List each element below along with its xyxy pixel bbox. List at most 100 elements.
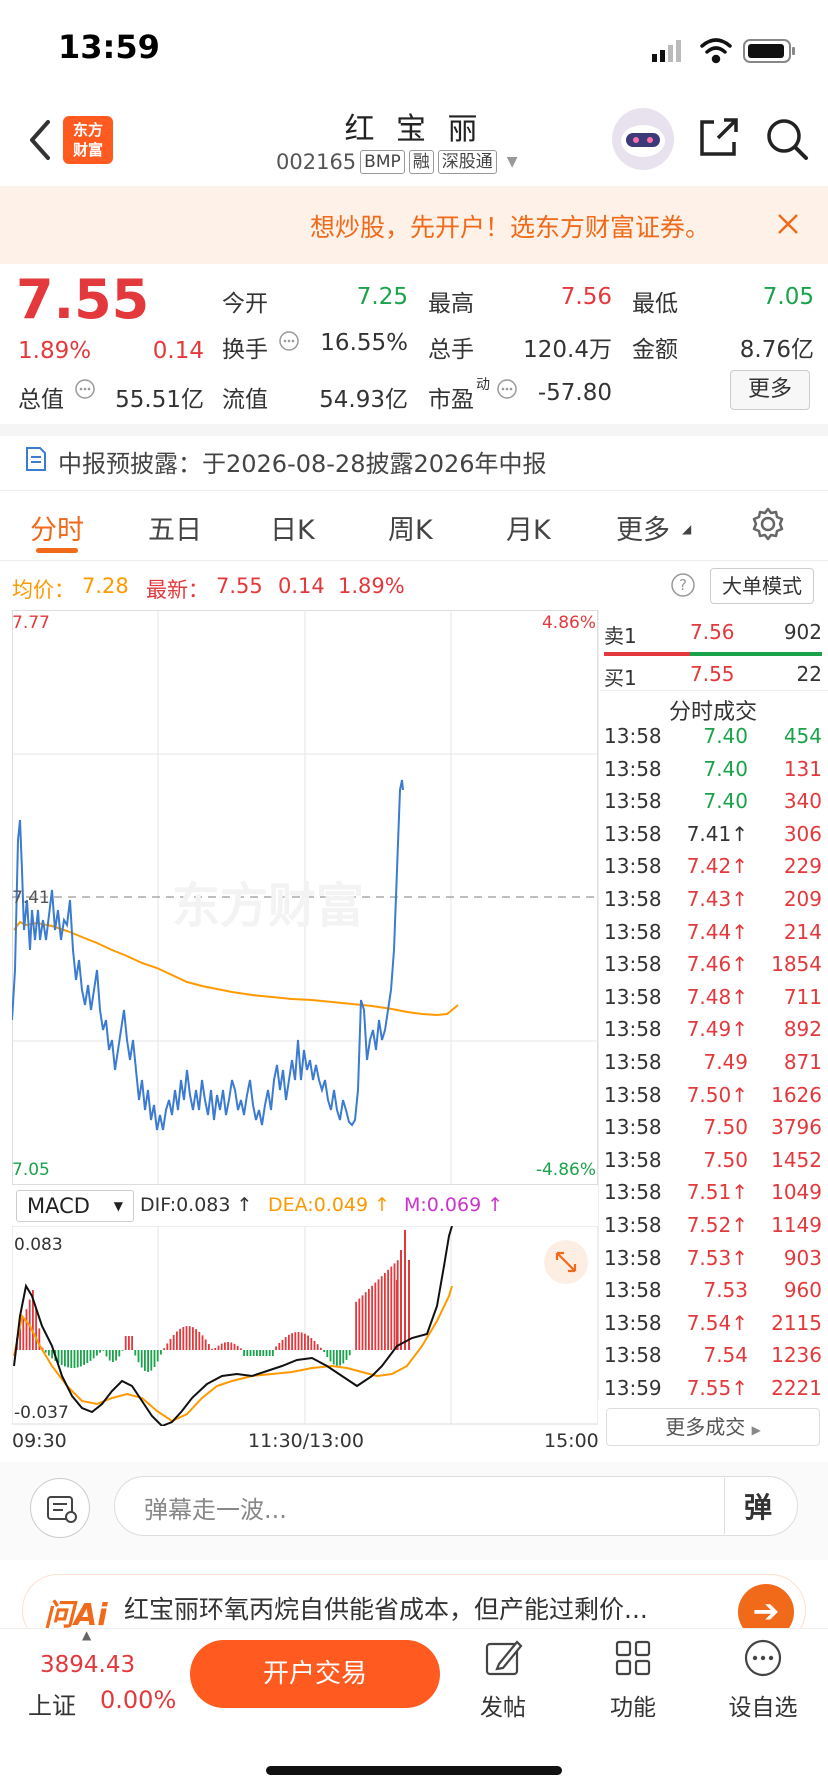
divider [724, 1478, 725, 1534]
trade-row: 13:58 7.40 340 [604, 789, 822, 821]
tab-five-day[interactable]: 五日 [148, 508, 202, 547]
expand-icon[interactable] [544, 1240, 588, 1284]
macd-bar [92, 1350, 95, 1359]
macd-top: 0.083 [14, 1235, 63, 1255]
trade-volume: 1452 [771, 1147, 822, 1172]
nav-functions[interactable]: 功能 [588, 1636, 678, 1722]
trade-price: 7.51↑ [686, 1180, 748, 1205]
time-start: 09:30 [12, 1430, 67, 1452]
comment-settings-button[interactable] [30, 1478, 90, 1538]
macd-bar [35, 1309, 37, 1350]
macd-bar [275, 1346, 277, 1350]
macd-bar [112, 1350, 114, 1362]
price-line [12, 779, 404, 1131]
trade-time: 13:58 [604, 984, 662, 1009]
tab-daily-k[interactable]: 日K [270, 508, 315, 547]
trade-row: 13:58 7.42↑ 229 [604, 854, 822, 886]
float-value: 54.93亿 [319, 387, 408, 413]
macd-bar [252, 1350, 255, 1356]
trade-price: 7.48↑ [686, 984, 748, 1009]
chevron-right-icon: ▶ [751, 1423, 761, 1437]
macd-bar [166, 1343, 169, 1350]
macd-bar [160, 1350, 162, 1355]
trade-price: 7.41↑ [686, 821, 748, 846]
trade-row: 13:58 7.49 871 [604, 1050, 822, 1082]
tab-more[interactable]: 更多 [616, 508, 670, 547]
tab-monthly-k[interactable]: 月K [506, 508, 551, 547]
trade-row: 13:58 7.50 1452 [604, 1148, 822, 1180]
trade-row: 13:58 7.40 454 [604, 724, 822, 756]
macd-bar [188, 1326, 191, 1350]
divider [0, 560, 828, 561]
caret-up-icon: ▲ [82, 1628, 92, 1642]
macd-bar [380, 1276, 383, 1350]
index-value[interactable]: 3894.43 [40, 1652, 135, 1678]
index-pct[interactable]: 0.00% [100, 1686, 176, 1714]
buy1-volume: 22 [796, 662, 822, 686]
low-label: 最低 [632, 291, 678, 317]
macd-chart[interactable]: 0.083 -0.037 [12, 1226, 598, 1426]
macd-bar [272, 1350, 274, 1356]
trade-time: 13:59 [604, 1376, 662, 1400]
macd-bar [278, 1342, 281, 1350]
danmu-toggle-icon[interactable]: 弹 [744, 1486, 772, 1526]
macd-bar [108, 1350, 111, 1361]
macd-bar [265, 1350, 268, 1356]
macd-bar [249, 1350, 252, 1356]
trade-volume: 1236 [771, 1343, 822, 1368]
macd-bar [217, 1345, 220, 1350]
ai-robot-avatar[interactable] [612, 108, 674, 170]
open-trade-button[interactable]: 开户交易 [190, 1640, 440, 1708]
latest-pct: 1.89% [338, 574, 405, 598]
more-trades-button[interactable]: 更多成交 ▶ [606, 1408, 820, 1446]
nav-watchlist[interactable]: 设自选 [718, 1636, 808, 1722]
notice-text[interactable]: 中报预披露：于2026-08-28披露2026年中报 [58, 444, 547, 479]
settings-gear-icon[interactable] [750, 506, 786, 542]
trade-row: 13:58 7.43↑ 209 [604, 887, 822, 919]
macd-bar [86, 1350, 89, 1364]
macd-bar [201, 1335, 204, 1350]
pe-superscript: 动 [476, 377, 490, 393]
info-dots-icon[interactable] [496, 378, 518, 400]
change-pct: 1.89% [18, 338, 92, 364]
mktcap-value: 55.51亿 [115, 387, 204, 413]
tab-intraday[interactable]: 分时 [30, 508, 84, 547]
indicator-select[interactable]: MACD ▼ [16, 1190, 134, 1222]
grid-functions-icon [615, 1640, 651, 1676]
big-order-mode-button[interactable]: 大单模式 [710, 568, 814, 604]
help-icon[interactable]: ? [670, 572, 696, 598]
macd-bar [329, 1350, 332, 1362]
macd-bar [404, 1230, 406, 1350]
nav-post[interactable]: 发帖 [458, 1636, 548, 1722]
macd-bar [243, 1350, 245, 1356]
sell-bar [604, 652, 690, 656]
macd-bar [105, 1350, 108, 1357]
info-dots-icon[interactable] [74, 378, 96, 400]
macd-bar [284, 1337, 287, 1350]
sell1-price: 7.56 [690, 620, 735, 644]
search-icon[interactable] [764, 116, 810, 162]
macd-bar [172, 1334, 175, 1350]
index-name[interactable]: 上证 [28, 1686, 76, 1721]
more-quote-button[interactable]: 更多 [730, 370, 810, 410]
trade-volume: 960 [783, 1278, 822, 1303]
banner-text[interactable]: 想炒股，先开户！选东方财富证券。 [310, 208, 710, 244]
stock-subline[interactable]: 002165 BMP 融 深股通 ▼ [276, 150, 518, 174]
trade-row: 13:58 7.54 1236 [604, 1343, 822, 1375]
macd-bar [169, 1338, 172, 1350]
trade-price: 7.49↑ [686, 1017, 748, 1042]
share-icon[interactable] [696, 116, 740, 160]
trade-row: 13:58 7.41↑ 306 [604, 822, 822, 854]
open-value: 7.25 [356, 284, 408, 310]
turnover-label: 换手 [222, 337, 268, 363]
macd-bar [70, 1350, 73, 1368]
macd-bar [300, 1332, 303, 1350]
intraday-chart[interactable]: 东方财富 7.77 7.05 4.86% -4.86% 7.41 [12, 610, 598, 1185]
trade-price: 7.40 [703, 756, 748, 781]
macd-bar [208, 1344, 210, 1350]
info-dots-icon[interactable] [278, 330, 300, 352]
macd-bar [185, 1326, 188, 1350]
close-icon[interactable] [776, 212, 800, 236]
tab-weekly-k[interactable]: 周K [388, 508, 433, 547]
ai-summary-text[interactable]: 红宝丽环氧丙烷自供能省成本，但产能过剩价... [124, 1590, 724, 1626]
